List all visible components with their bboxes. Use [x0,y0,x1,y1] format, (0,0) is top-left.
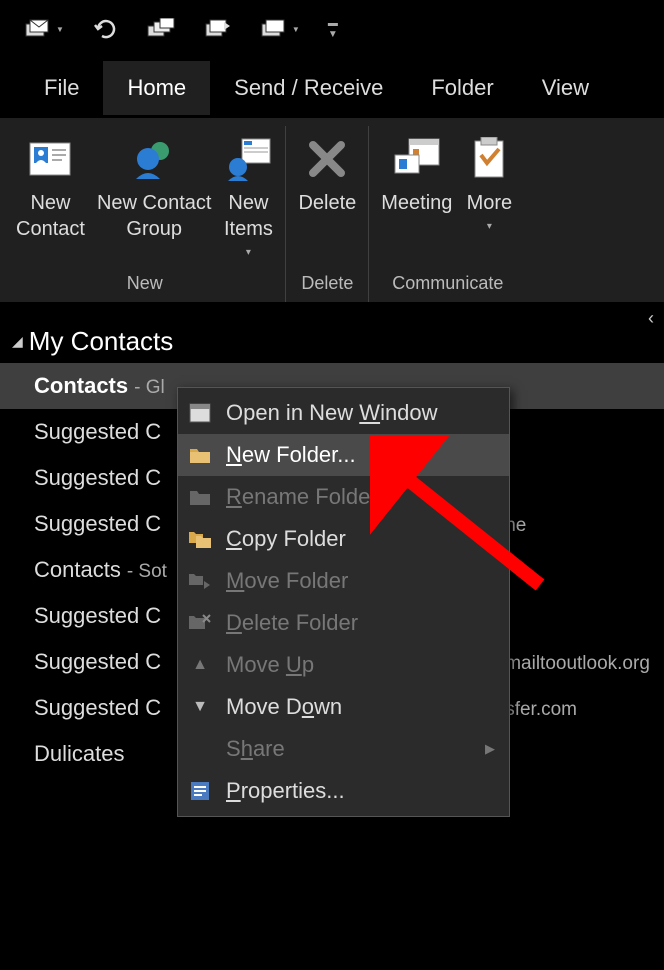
menu-share: Share ▶ [178,728,509,770]
tab-view[interactable]: View [518,61,613,115]
button-label: New Items [224,190,273,242]
qat-all-folders-button[interactable] [146,18,176,40]
expand-triangle-icon: ◢ [12,333,23,350]
window-icon [188,401,212,425]
menu-label: Copy Folder [226,526,346,552]
more-button[interactable]: More ▾ [458,126,520,267]
qat-send-receive-button[interactable]: ▼ [24,18,64,40]
more-clipboard-icon [464,134,514,184]
menu-new-folder[interactable]: New Folder... [178,434,509,476]
tab-folder[interactable]: Folder [407,61,517,115]
tab-send-receive[interactable]: Send / Receive [210,61,407,115]
new-items-icon [223,134,273,184]
menu-label: Move Folder [226,568,348,594]
nav-item-suffix: - Gl [134,377,165,399]
delete-button[interactable]: Delete [292,126,362,267]
delete-folder-icon [188,611,212,635]
menu-rename-folder: Rename Folder [178,476,509,518]
copy-folder-icon [188,527,212,551]
up-arrow-icon: ▲ [188,653,212,677]
nav-item-label: Suggested C [34,419,161,445]
meeting-icon [392,134,442,184]
menu-label: Move Up [226,652,314,678]
dropdown-arrow-icon: ▾ [487,220,492,233]
group-label: Communicate [375,267,520,302]
group-label: Delete [292,267,362,302]
nav-item-suffix: mailtooutlook.org [505,653,650,675]
qat-customize-button[interactable]: ▬▼ [328,18,336,40]
folder-icon [188,443,212,467]
menu-delete-folder: Delete Folder [178,602,509,644]
nav-header-label: My Contacts [29,326,174,357]
menu-move-down[interactable]: ▼ Move Down [178,686,509,728]
quick-access-toolbar: ▼ ▼ ▬▼ [0,0,664,58]
menu-label: Delete Folder [226,610,358,636]
nav-item-suffix: sfer.com [505,699,577,721]
nav-item-label: Suggested C [34,695,161,721]
menu-copy-folder[interactable]: Copy Folder [178,518,509,560]
new-items-button[interactable]: New Items ▾ [217,126,279,267]
menu-label: Share [226,736,285,762]
button-label: New Contact [16,190,85,242]
dropdown-arrow-icon: ▼ [292,25,300,34]
ribbon-group-delete: Delete Delete [286,126,369,302]
dropdown-arrow-icon: ▼ [56,25,64,34]
ribbon-group-communicate: Meeting More ▾ Communicate [369,126,526,302]
menu-label: Open in New Window [226,400,438,426]
nav-item-label: Contacts [34,373,128,399]
ribbon: New Contact New Contact Group New Items … [0,118,664,302]
button-label: New Contact Group [97,190,212,242]
ribbon-group-new: New Contact New Contact Group New Items … [4,126,286,302]
nav-item-label: Suggested C [34,603,161,629]
down-arrow-icon: ▼ [188,695,212,719]
menu-properties[interactable]: Properties... [178,770,509,812]
contact-group-icon [129,134,179,184]
menu-open-new-window[interactable]: Open in New Window [178,392,509,434]
new-contact-button[interactable]: New Contact [10,126,91,267]
ribbon-tabs: File Home Send / Receive Folder View [0,58,664,118]
new-contact-group-button[interactable]: New Contact Group [91,126,218,267]
menu-label: Properties... [226,778,345,804]
group-label: New [10,267,279,302]
tab-file[interactable]: File [20,61,103,115]
nav-item-label: Suggested C [34,465,161,491]
meeting-button[interactable]: Meeting [375,126,458,267]
submenu-arrow-icon: ▶ [485,741,495,757]
tab-home[interactable]: Home [103,61,210,115]
nav-item-label: Dulicates [34,741,124,767]
menu-label: Move Down [226,694,342,720]
nav-item-label: Contacts [34,557,121,583]
menu-label: Rename Folder [226,484,378,510]
qat-send-all-button[interactable] [204,18,232,40]
properties-icon [188,779,212,803]
blank-icon [188,737,212,761]
nav-item-suffix: - Sot [127,561,167,583]
folder-icon [188,485,212,509]
delete-x-icon [302,134,352,184]
nav-item-label: Suggested C [34,649,161,675]
qat-folder-dropdown-button[interactable]: ▼ [260,18,300,40]
dropdown-arrow-icon: ▾ [246,246,251,259]
folder-context-menu: Open in New Window New Folder... Rename … [177,387,510,817]
qat-undo-button[interactable] [92,18,118,40]
nav-header-my-contacts[interactable]: ◢ My Contacts [0,320,664,363]
button-label: Delete [298,190,356,216]
collapse-pane-button[interactable]: ‹ [648,308,654,329]
menu-label: New Folder... [226,442,356,468]
button-label: Meeting [381,190,452,216]
menu-move-up: ▲ Move Up [178,644,509,686]
menu-move-folder: Move Folder [178,560,509,602]
nav-item-label: Suggested C [34,511,161,537]
contact-card-icon [25,134,75,184]
move-folder-icon [188,569,212,593]
button-label: More [467,190,513,216]
